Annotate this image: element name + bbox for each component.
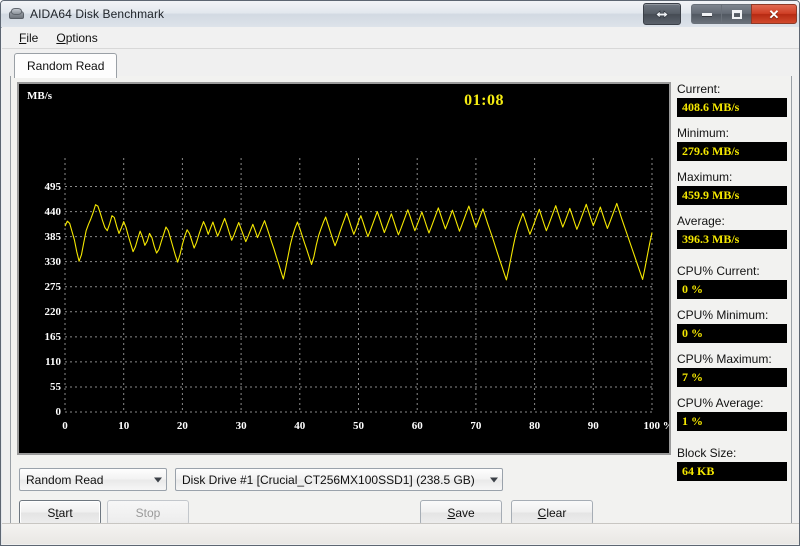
aida64-disk-benchmark-window: AIDA64 Disk Benchmark ✕ File Options Ran… — [0, 0, 800, 546]
y-tick-label: 385 — [44, 230, 62, 243]
stat-value: 0 % — [677, 324, 787, 343]
resize-arrows-icon — [655, 9, 669, 19]
x-tick-label: 0 — [62, 420, 68, 432]
maximize-icon — [731, 9, 742, 19]
stop-button-label: Stop — [135, 505, 161, 520]
test-mode-dropdown[interactable]: Random Read — [19, 468, 167, 491]
stat-label: CPU% Average: — [677, 396, 764, 410]
minimize-icon — [701, 12, 712, 16]
stat-label: CPU% Minimum: — [677, 308, 769, 322]
statistics-panel: Current: 408.6 MB/s Minimum: 279.6 MB/s Maxi… — [677, 82, 787, 490]
resize-arrows-button[interactable] — [643, 3, 681, 25]
graph-plot-area: MB/s 01:08 0 55 110 165 220 275 330 385 440 495 0… — [19, 84, 669, 453]
stat-value: 64 KB — [677, 462, 787, 481]
test-mode-value: Random Read — [26, 472, 104, 487]
y-tick-label: 110 — [45, 355, 61, 368]
stat-value: 459.9 MB/s — [677, 186, 787, 205]
chevron-down-icon — [490, 477, 498, 482]
minimize-button[interactable] — [691, 4, 721, 24]
x-tick-label: 10 — [118, 420, 130, 432]
disk-drive-icon — [8, 6, 24, 22]
graph-svg — [64, 158, 653, 413]
x-tick-label: 40 — [294, 420, 306, 432]
window-controls: ✕ — [643, 3, 797, 25]
save-button-label: Save — [447, 505, 475, 520]
menu-bar: File Options — [2, 27, 799, 49]
close-icon: ✕ — [768, 6, 780, 22]
clear-button-label: Clear — [537, 505, 567, 520]
drive-value: Disk Drive #1 [Crucial_CT256MX100SSD1] (… — [182, 472, 475, 487]
x-tick-label: 30 — [235, 420, 247, 432]
stat-value: 408.6 MB/s — [677, 98, 787, 117]
stat-label: Current: — [677, 82, 721, 96]
start-button-label: Start — [47, 505, 73, 520]
maximize-button[interactable] — [721, 4, 751, 24]
x-tick-label: 100 % — [643, 420, 669, 432]
y-tick-label: 275 — [44, 280, 62, 293]
menu-item-options[interactable]: Options — [47, 29, 106, 47]
stat-value: 7 % — [677, 368, 787, 387]
close-button[interactable]: ✕ — [751, 4, 797, 24]
title-bar[interactable]: AIDA64 Disk Benchmark ✕ — [1, 1, 799, 28]
stat-value: 279.6 MB/s — [677, 142, 787, 161]
tab-random-read[interactable]: Random Read — [14, 53, 118, 78]
y-tick-label: 0 — [55, 406, 62, 418]
tab-strip: Random Read — [10, 53, 792, 78]
stat-label: Block Size: — [677, 446, 737, 460]
stat-label: CPU% Current: — [677, 264, 760, 278]
grid-lines — [64, 158, 653, 413]
menu-item-file[interactable]: File — [10, 29, 47, 47]
window-title: AIDA64 Disk Benchmark — [30, 7, 165, 21]
y-tick-label: 220 — [44, 305, 62, 318]
stat-value: 1 % — [677, 412, 787, 431]
y-tick-label: 330 — [44, 255, 62, 268]
stat-label: Minimum: — [677, 126, 730, 140]
tab-panel-random-read: MB/s 01:08 0 55 110 165 220 275 330 385 440 495 0… — [10, 76, 792, 538]
x-tick-label: 90 — [587, 420, 599, 432]
stat-label: Maximum: — [677, 170, 733, 184]
x-tick-label: 60 — [411, 420, 423, 432]
stat-label: CPU% Maximum: — [677, 352, 772, 366]
stat-value: 0 % — [677, 280, 787, 299]
chevron-down-icon — [154, 477, 162, 482]
stop-button[interactable]: Stop — [107, 500, 189, 525]
x-tick-label: 50 — [353, 420, 364, 432]
y-tick-label: 55 — [50, 380, 61, 393]
start-button[interactable]: Start — [19, 500, 101, 525]
drive-dropdown[interactable]: Disk Drive #1 [Crucial_CT256MX100SSD1] (… — [175, 468, 503, 491]
y-tick-label: 495 — [44, 180, 62, 193]
benchmark-graph: MB/s 01:08 0 55 110 165 220 275 330 385 440 495 0… — [17, 82, 671, 455]
client-area: Random Read MB/s 01:08 0 55 110 165 220 275 33… — [2, 49, 799, 545]
clear-button[interactable]: Clear — [511, 500, 593, 525]
y-tick-label: 165 — [44, 330, 62, 343]
y-tick-label: 440 — [44, 205, 62, 218]
stat-value: 396.3 MB/s — [677, 230, 787, 249]
x-tick-label: 80 — [529, 420, 541, 432]
stat-label: Average: — [677, 214, 725, 228]
status-bar — [2, 523, 799, 544]
x-tick-label: 20 — [176, 420, 188, 432]
save-button[interactable]: Save — [420, 500, 502, 525]
x-tick-label: 70 — [470, 420, 482, 432]
